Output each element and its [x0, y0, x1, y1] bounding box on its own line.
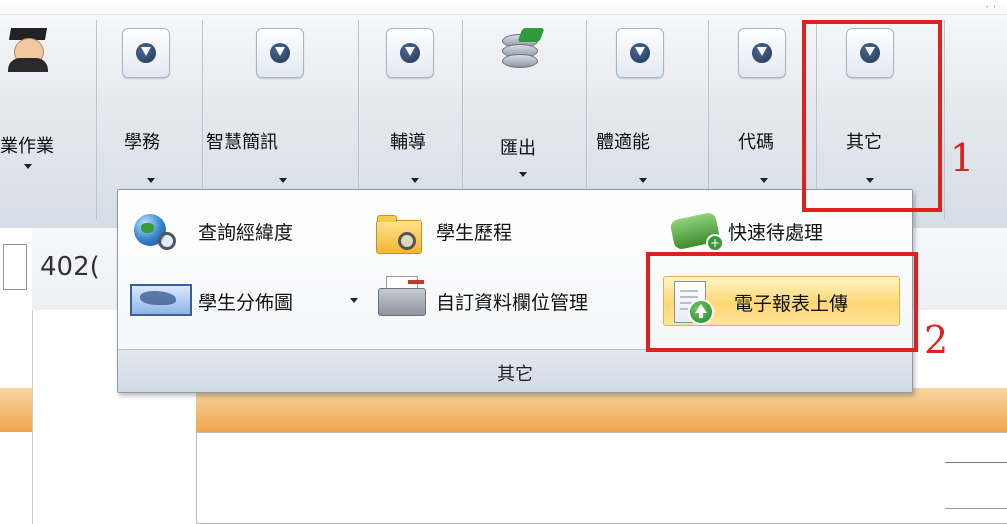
chevron-down-icon [279, 178, 287, 183]
chevron-down-icon [760, 178, 768, 183]
arrow-down-circle-icon [256, 28, 304, 78]
arrow-down-circle-icon [616, 28, 664, 78]
database-export-icon [502, 28, 545, 72]
grid-header-left [0, 388, 32, 432]
arrow-down-circle-icon [122, 28, 170, 78]
grid-content [196, 432, 1007, 524]
ribbon-top-line [0, 14, 1007, 15]
ribbon-separator [96, 20, 97, 220]
menu-item-student-map[interactable]: 學生分佈圖 [126, 278, 366, 322]
magnifier-icon [158, 232, 176, 250]
chevron-down-icon [519, 172, 527, 177]
ribbon-button-label: 體適能 [596, 132, 650, 153]
tab-label[interactable]: 402( [40, 252, 100, 282]
chevron-down-icon [639, 178, 647, 183]
ribbon-separator [944, 20, 945, 220]
chevron-down-icon [411, 178, 419, 183]
ribbon-button-label: 業作業 [0, 136, 54, 157]
menu-item-label: 學生分佈圖 [198, 292, 294, 314]
chevron-down-icon[interactable] [350, 298, 358, 303]
magnifier-icon [398, 232, 416, 250]
ribbon-button-label: 學務 [124, 132, 160, 153]
ribbon-button-student-work[interactable]: 業作業 [0, 22, 96, 222]
grid-header [196, 388, 1007, 432]
annotation-box-1 [802, 20, 942, 212]
menu-item-label: 快速待處理 [728, 222, 824, 244]
ribbon-button-label: 智慧簡訊 [206, 132, 278, 153]
menu-item-label: 自訂資料欄位管理 [436, 292, 589, 314]
chevron-down-icon [24, 164, 32, 169]
menu-item-custom-fields[interactable]: 自訂資料欄位管理 [368, 270, 658, 316]
window-corner-mark: · · [985, 0, 997, 14]
menu-group-footer: 其它 [118, 349, 912, 392]
divider [945, 508, 1007, 509]
map-icon [130, 284, 192, 316]
menu-item-quick-pending[interactable]: + 快速待處理 [666, 208, 896, 252]
ribbon-button-label: 匯出 [500, 138, 536, 159]
tab-scroll-button[interactable] [3, 244, 27, 290]
graduate-icon [8, 28, 48, 72]
annotation-box-2 [646, 252, 918, 352]
ribbon-button-label: 代碼 [738, 132, 774, 153]
menu-item-student-history[interactable]: 學生歷程 [368, 208, 568, 254]
arrow-down-circle-icon [738, 28, 786, 78]
arrow-down-circle-icon [386, 28, 434, 78]
ribbon-button-label: 輔導 [390, 132, 426, 153]
printer-icon [378, 276, 426, 316]
plus-icon: + [706, 234, 724, 252]
divider [945, 462, 1007, 463]
menu-item-query-coordinates[interactable]: 查詢經緯度 [126, 208, 366, 252]
menu-item-label: 查詢經緯度 [198, 222, 294, 244]
menu-group-label: 其它 [497, 364, 533, 385]
annotation-number-2: 2 [924, 318, 949, 362]
chevron-down-icon [147, 178, 155, 183]
menu-item-label: 學生歷程 [436, 222, 513, 244]
annotation-number-1: 1 [950, 136, 975, 180]
